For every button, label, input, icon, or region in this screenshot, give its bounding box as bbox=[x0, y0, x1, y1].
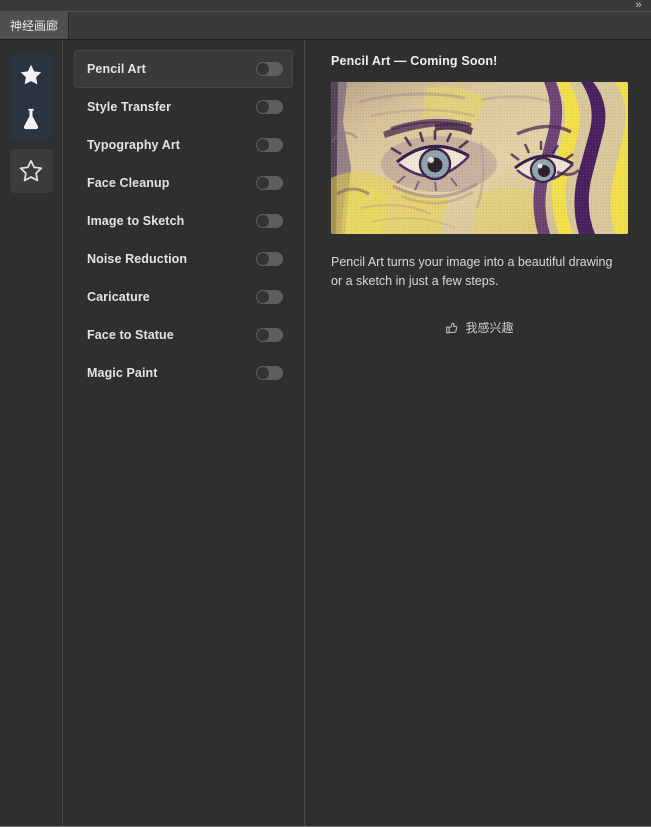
interest-button-label: 我感兴趣 bbox=[465, 321, 514, 335]
toggle-caricature[interactable] bbox=[256, 290, 283, 304]
list-item-typography-art[interactable]: Typography Art bbox=[74, 126, 293, 164]
neural-gallery-window: » 神经画廊 Pencil Art Style Transfer Typogra… bbox=[0, 0, 651, 827]
toggle-typography-art[interactable] bbox=[256, 138, 283, 152]
flask-icon bbox=[18, 106, 44, 132]
rail-group-primary bbox=[9, 53, 53, 141]
toggle-pencil-art[interactable] bbox=[256, 62, 283, 76]
rail-item-favorites[interactable] bbox=[10, 53, 53, 97]
list-item-face-to-statue[interactable]: Face to Statue bbox=[74, 316, 293, 354]
list-item-label: Noise Reduction bbox=[87, 252, 188, 266]
list-item-face-cleanup[interactable]: Face Cleanup bbox=[74, 164, 293, 202]
icon-rail bbox=[0, 40, 63, 826]
effects-list-panel: Pencil Art Style Transfer Typography Art… bbox=[63, 40, 305, 826]
toggle-noise-reduction[interactable] bbox=[256, 252, 283, 266]
toggle-style-transfer[interactable] bbox=[256, 100, 283, 114]
star-filled-icon bbox=[18, 62, 44, 88]
detail-panel: Pencil Art — Coming Soon! Pencil Art tur… bbox=[305, 40, 651, 826]
list-item-pencil-art[interactable]: Pencil Art bbox=[74, 50, 293, 88]
detail-description: Pencil Art turns your image into a beaut… bbox=[331, 255, 613, 288]
tab-neural-gallery[interactable]: 神经画廊 bbox=[0, 12, 70, 39]
list-item-label: Typography Art bbox=[87, 138, 181, 152]
interest-button[interactable]: 我感兴趣 bbox=[441, 317, 517, 338]
interest-row: 我感兴趣 bbox=[331, 317, 628, 338]
thumbs-up-icon bbox=[445, 321, 459, 335]
list-item-noise-reduction[interactable]: Noise Reduction bbox=[74, 240, 293, 278]
list-item-label: Style Transfer bbox=[87, 100, 172, 114]
tab-strip-filler bbox=[69, 12, 651, 39]
double-chevron-right-icon[interactable]: » bbox=[629, 0, 647, 12]
list-item-label: Magic Paint bbox=[87, 366, 158, 380]
list-item-label: Face Cleanup bbox=[87, 176, 170, 190]
rail-item-experiments[interactable] bbox=[10, 97, 53, 141]
toggle-face-to-statue[interactable] bbox=[256, 328, 283, 342]
list-item-image-to-sketch[interactable]: Image to Sketch bbox=[74, 202, 293, 240]
tab-strip: 神经画廊 bbox=[0, 12, 651, 40]
preview-image bbox=[331, 82, 628, 234]
main-body: Pencil Art Style Transfer Typography Art… bbox=[0, 40, 651, 827]
list-item-label: Caricature bbox=[87, 290, 150, 304]
list-item-magic-paint[interactable]: Magic Paint bbox=[74, 354, 293, 392]
toggle-face-cleanup[interactable] bbox=[256, 176, 283, 190]
list-item-label: Image to Sketch bbox=[87, 214, 185, 228]
list-item-caricature[interactable]: Caricature bbox=[74, 278, 293, 316]
list-item-label: Pencil Art bbox=[87, 62, 146, 76]
window-title-bar: » bbox=[0, 0, 651, 12]
tab-label: 神经画廊 bbox=[10, 19, 59, 33]
list-item-label: Face to Statue bbox=[87, 328, 174, 342]
star-outline-icon bbox=[18, 158, 44, 184]
toggle-image-to-sketch[interactable] bbox=[256, 214, 283, 228]
list-item-style-transfer[interactable]: Style Transfer bbox=[74, 88, 293, 126]
toggle-magic-paint[interactable] bbox=[256, 366, 283, 380]
rail-item-starred[interactable] bbox=[9, 149, 53, 193]
detail-title: Pencil Art — Coming Soon! bbox=[331, 54, 498, 68]
